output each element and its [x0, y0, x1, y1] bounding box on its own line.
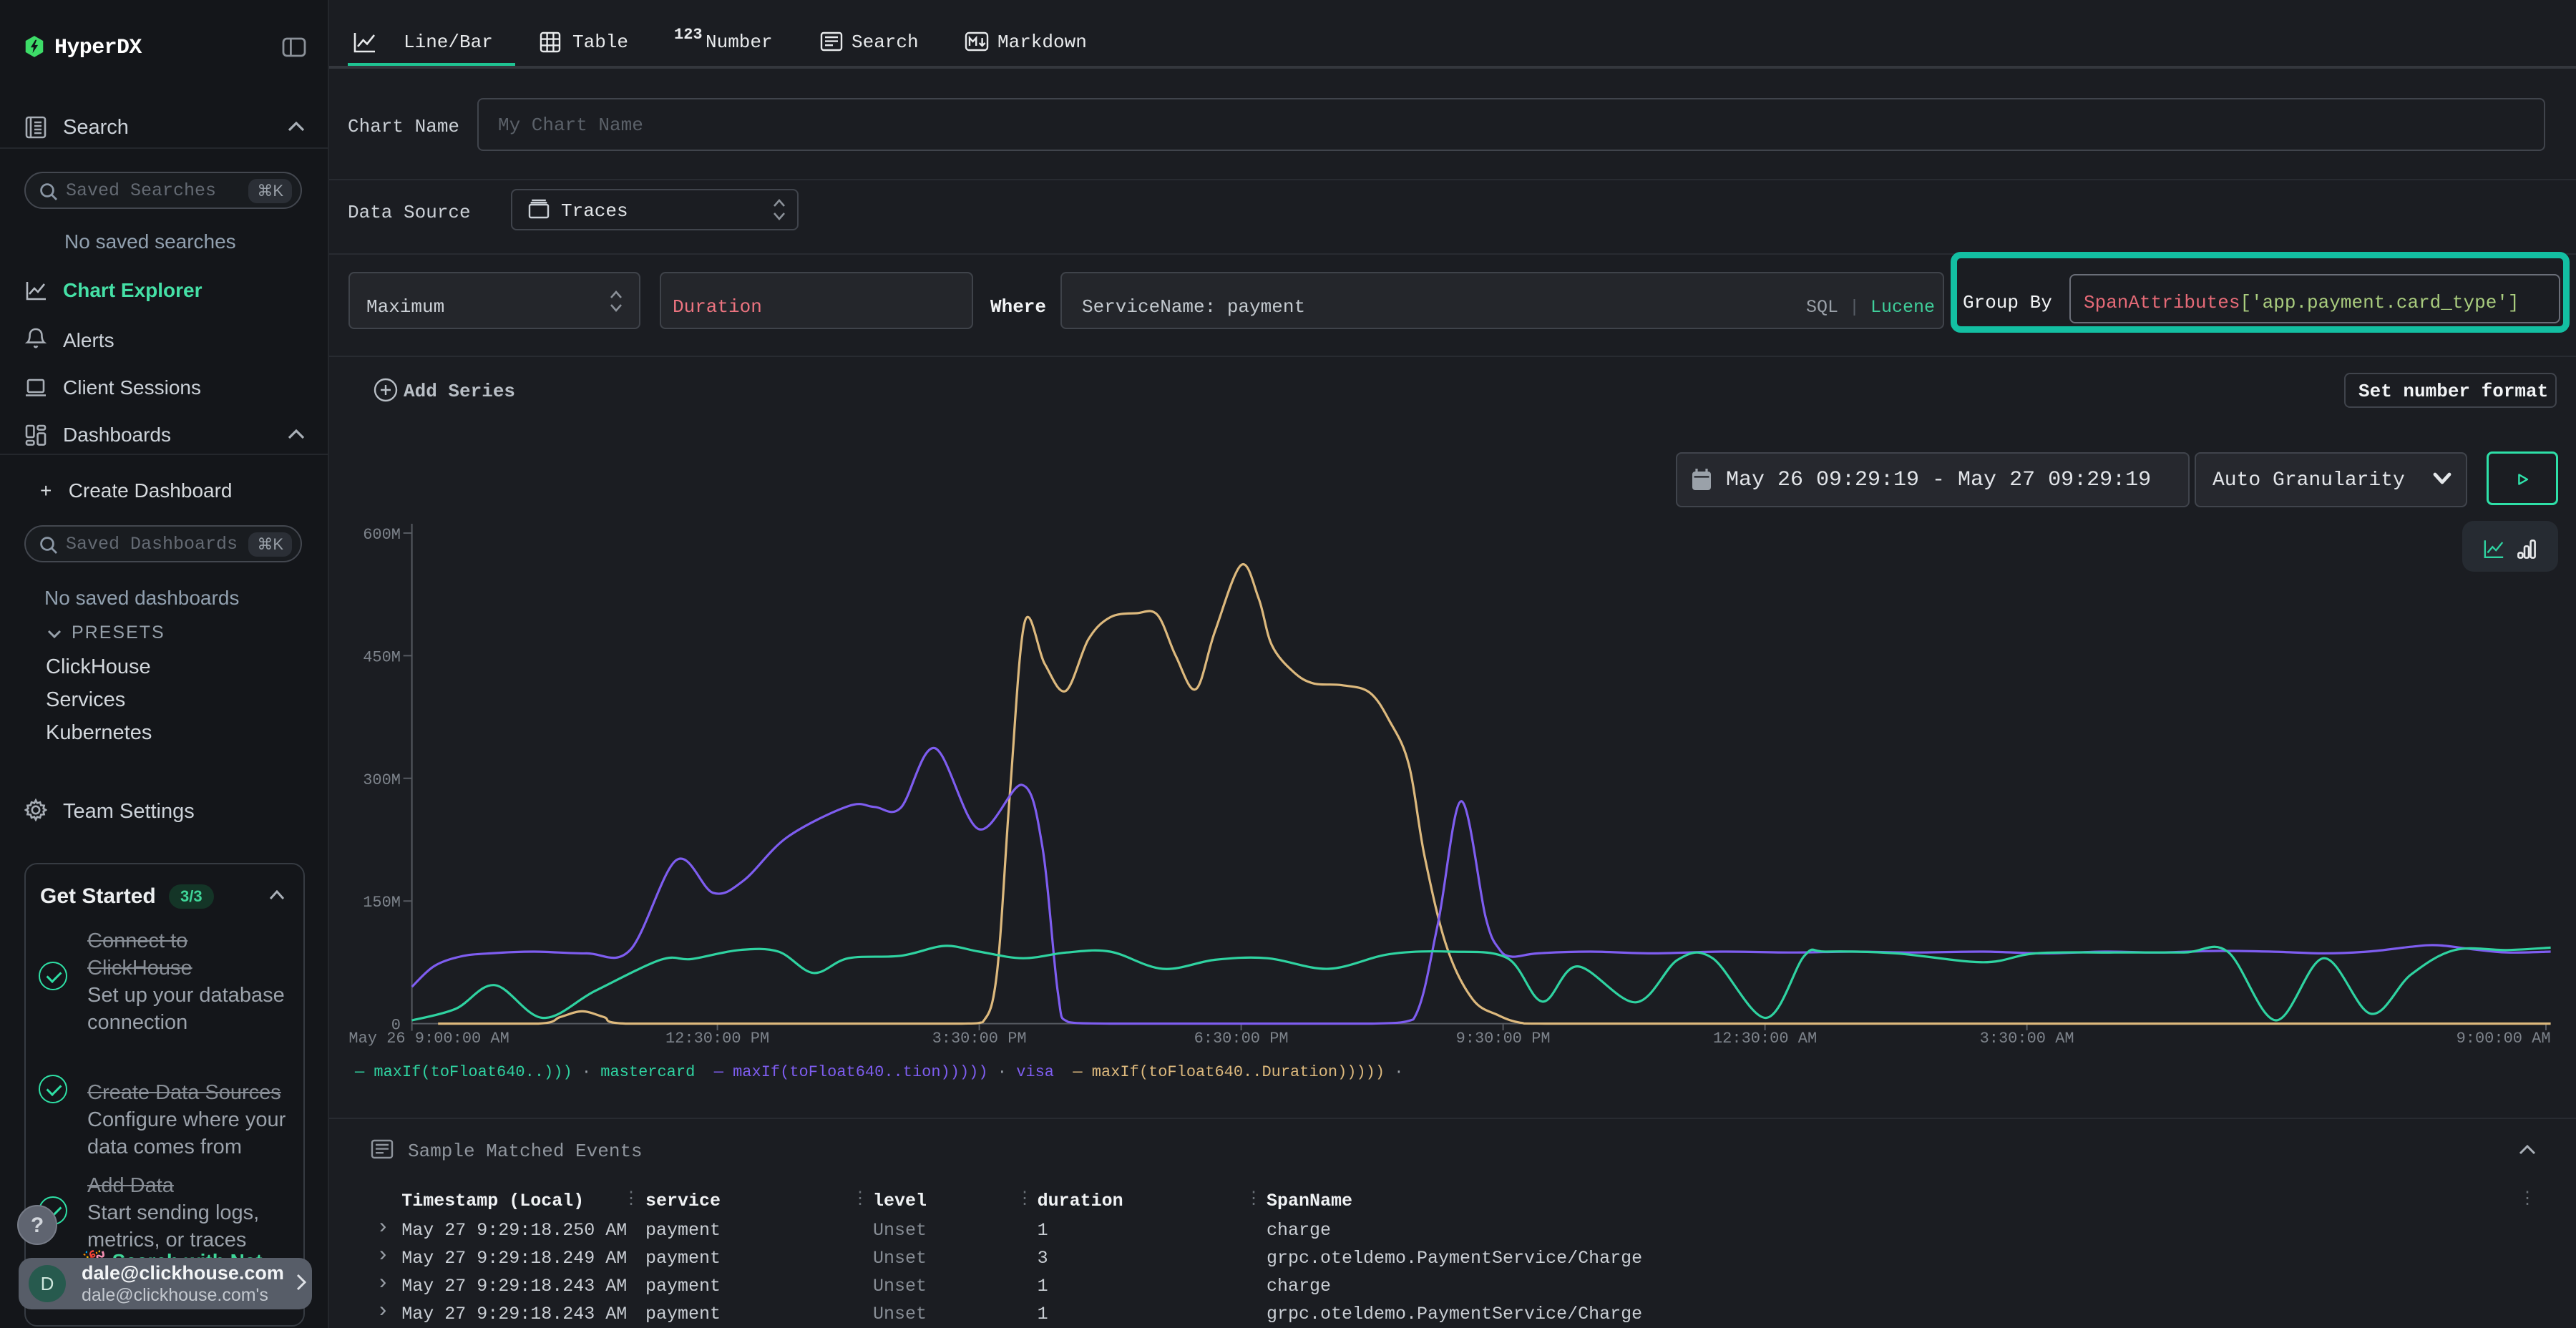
svg-text:300M: 300M — [363, 771, 401, 789]
svg-text:3:30:00 PM: 3:30:00 PM — [932, 1030, 1027, 1048]
svg-text:12:30:00 PM: 12:30:00 PM — [665, 1030, 769, 1048]
svg-text:9:00:00 AM: 9:00:00 AM — [2457, 1030, 2551, 1048]
svg-text:450M: 450M — [363, 648, 401, 666]
svg-text:3:30:00 AM: 3:30:00 AM — [1980, 1030, 2074, 1048]
svg-text:May 26 9:00:00 AM: May 26 9:00:00 AM — [348, 1030, 509, 1048]
svg-text:12:30:00 AM: 12:30:00 AM — [1713, 1030, 1817, 1048]
svg-text:150M: 150M — [363, 894, 401, 912]
svg-text:6:30:00 PM: 6:30:00 PM — [1194, 1030, 1289, 1048]
svg-text:600M: 600M — [363, 526, 401, 544]
svg-text:9:30:00 PM: 9:30:00 PM — [1456, 1030, 1551, 1048]
